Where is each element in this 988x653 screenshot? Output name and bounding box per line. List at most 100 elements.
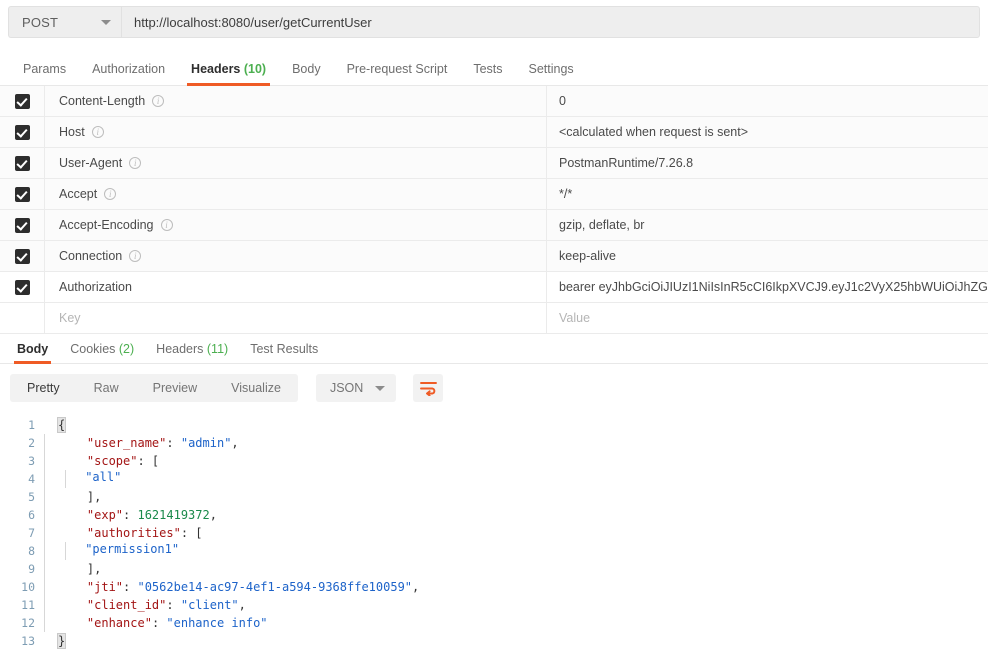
code-token: : bbox=[123, 580, 138, 594]
request-tab-authorization[interactable]: Authorization bbox=[79, 62, 178, 85]
header-enabled-checkbox-cell[interactable] bbox=[0, 279, 44, 295]
header-value-input[interactable]: Value bbox=[546, 302, 988, 334]
info-icon[interactable]: i bbox=[160, 219, 173, 231]
line-number: 12 bbox=[21, 616, 35, 630]
checkbox-checked-icon[interactable] bbox=[14, 217, 30, 233]
response-tab-bar: Body Cookies (2) Headers (11) Test Results bbox=[0, 334, 988, 364]
code-line: 6 "exp": 1621419372, bbox=[0, 506, 988, 524]
header-row: Content-Length i 0 bbox=[0, 85, 988, 117]
header-key-cell[interactable]: Connection i bbox=[44, 240, 546, 272]
http-method-select[interactable]: POST bbox=[8, 6, 121, 38]
url-bar: POST http://localhost:8080/user/getCurre… bbox=[0, 0, 988, 44]
code-line-text: "exp": 1621419372, bbox=[58, 508, 217, 522]
code-token: : bbox=[151, 616, 167, 630]
request-tab-tests[interactable]: Tests bbox=[460, 62, 515, 85]
response-tab-test-results[interactable]: Test Results bbox=[239, 342, 329, 363]
code-token: 1621419372 bbox=[137, 508, 210, 522]
header-key-cell[interactable]: Authorization bbox=[44, 271, 546, 303]
code-fold-gutter bbox=[44, 614, 58, 632]
view-mode-raw[interactable]: Raw bbox=[77, 374, 136, 402]
request-tab-pre-request-script[interactable]: Pre-request Script bbox=[334, 62, 461, 85]
header-key-cell[interactable]: Accept-Encoding i bbox=[44, 209, 546, 241]
line-number: 4 bbox=[28, 472, 35, 486]
code-line-text: ], bbox=[58, 562, 101, 576]
request-tab-body[interactable]: Body bbox=[279, 62, 334, 85]
view-mode-visualize[interactable]: Visualize bbox=[214, 374, 298, 402]
info-icon[interactable]: i bbox=[91, 126, 104, 138]
wrap-text-icon bbox=[419, 381, 437, 396]
code-line-text: { bbox=[56, 417, 67, 433]
checkbox-checked-icon[interactable] bbox=[14, 93, 30, 109]
line-number: 13 bbox=[21, 634, 35, 648]
url-input[interactable]: http://localhost:8080/user/getCurrentUse… bbox=[121, 6, 980, 38]
header-enabled-checkbox-cell[interactable] bbox=[0, 217, 44, 233]
header-key-cell[interactable]: Content-Length i bbox=[44, 85, 546, 117]
response-tab-cookies[interactable]: Cookies (2) bbox=[59, 342, 145, 363]
header-value-text: gzip, deflate, br bbox=[559, 218, 645, 232]
request-tab-headers[interactable]: Headers (10) bbox=[178, 62, 279, 86]
code-line: 3 "scope": [ bbox=[0, 452, 988, 470]
line-number: 3 bbox=[28, 454, 35, 468]
header-key-text: Accept bbox=[59, 187, 98, 201]
header-key-text: Accept-Encoding bbox=[59, 218, 154, 232]
line-number: 11 bbox=[21, 598, 35, 612]
header-key-cell[interactable]: Host i bbox=[44, 116, 546, 148]
header-enabled-checkbox-cell[interactable] bbox=[0, 93, 44, 109]
response-tab-headers[interactable]: Headers (11) bbox=[145, 342, 239, 363]
code-line: 4 "all" bbox=[0, 470, 988, 488]
header-key-text: Authorization bbox=[59, 280, 132, 294]
header-key-cell[interactable]: User-Agent i bbox=[44, 147, 546, 179]
header-value-cell[interactable]: 0 bbox=[546, 85, 988, 117]
response-format-select[interactable]: JSON bbox=[315, 374, 397, 402]
checkbox-checked-icon[interactable] bbox=[14, 124, 30, 140]
code-line-text: "enhance": "enhance info" bbox=[58, 616, 268, 630]
header-value-cell[interactable]: bearer eyJhbGciOiJIUzI1NiIsInR5cCI6IkpXV… bbox=[546, 271, 988, 303]
code-token: ], bbox=[86, 490, 102, 504]
code-token: , bbox=[231, 436, 239, 450]
header-value-cell[interactable]: */* bbox=[546, 178, 988, 210]
chevron-down-icon bbox=[101, 19, 111, 25]
header-enabled-checkbox-cell[interactable] bbox=[0, 124, 44, 140]
info-icon[interactable]: i bbox=[152, 95, 165, 107]
header-row: Authorization bearer eyJhbGciOiJIUzI1NiIs… bbox=[0, 271, 988, 303]
code-fold-gutter bbox=[44, 632, 58, 650]
chevron-down-icon bbox=[375, 385, 386, 391]
request-tab-params[interactable]: Params bbox=[10, 62, 79, 85]
header-value-cell[interactable]: PostmanRuntime/7.26.8 bbox=[546, 147, 988, 179]
checkbox-checked-icon[interactable] bbox=[14, 155, 30, 171]
checkbox-checked-icon[interactable] bbox=[14, 248, 30, 264]
code-line-text: "jti": "0562be14-ac97-4ef1-a594-9368ffe1… bbox=[58, 580, 419, 594]
view-mode-preview[interactable]: Preview bbox=[136, 374, 214, 402]
code-line: 13} bbox=[0, 632, 988, 650]
header-value-cell[interactable]: <calculated when request is sent> bbox=[546, 116, 988, 148]
code-line: 12 "enhance": "enhance info" bbox=[0, 614, 988, 632]
info-icon[interactable]: i bbox=[129, 250, 142, 262]
header-value-cell[interactable]: keep-alive bbox=[546, 240, 988, 272]
view-mode-pretty[interactable]: Pretty bbox=[10, 374, 77, 402]
wrap-text-button[interactable] bbox=[413, 374, 444, 402]
header-key-cell[interactable]: Accept i bbox=[44, 178, 546, 210]
checkbox-checked-icon[interactable] bbox=[14, 186, 30, 202]
info-icon[interactable]: i bbox=[104, 188, 117, 200]
header-enabled-checkbox-cell[interactable] bbox=[0, 186, 44, 202]
code-token: : bbox=[166, 436, 181, 450]
info-icon[interactable]: i bbox=[129, 157, 142, 169]
header-enabled-checkbox-cell[interactable] bbox=[0, 155, 44, 171]
header-row: Host i <calculated when request is sent> bbox=[0, 116, 988, 148]
code-token: "all" bbox=[85, 470, 122, 484]
header-key-input[interactable]: Key bbox=[44, 302, 546, 334]
response-body-json-viewer[interactable]: 1{2 "user_name": "admin", 3 "scope": [4 "a… bbox=[0, 412, 988, 650]
header-value-placeholder: Value bbox=[559, 311, 591, 325]
response-tab-body[interactable]: Body bbox=[6, 342, 59, 364]
checkbox-checked-icon[interactable] bbox=[14, 279, 30, 295]
header-value-cell[interactable]: gzip, deflate, br bbox=[546, 209, 988, 241]
header-key-text: Connection bbox=[59, 249, 123, 263]
header-row-new: Key Value bbox=[0, 302, 988, 334]
tab-count-badge: (2) bbox=[115, 342, 135, 356]
line-number: 9 bbox=[28, 562, 35, 576]
header-enabled-checkbox-cell[interactable] bbox=[0, 248, 44, 264]
request-tab-settings[interactable]: Settings bbox=[516, 62, 587, 85]
